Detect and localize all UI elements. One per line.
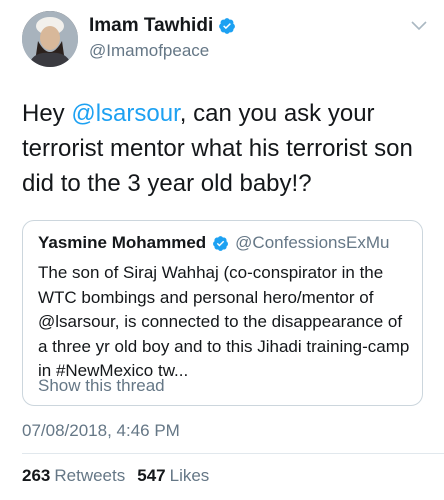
tweet-stats: 263 Retweets 547 Likes xyxy=(22,466,215,486)
quoted-tweet-header: Yasmine Mohammed @ConfessionsExMu xyxy=(38,233,389,253)
author-handle[interactable]: @Imamofpeace xyxy=(89,41,209,61)
likes-count: 547 xyxy=(137,466,166,485)
retweets-stat[interactable]: 263 Retweets xyxy=(22,466,125,486)
verified-badge-icon xyxy=(219,18,236,34)
quoted-author-handle[interactable]: @ConfessionsExMu xyxy=(235,233,389,253)
retweets-label: Retweets xyxy=(54,466,126,485)
quoted-tweet-card[interactable]: Yasmine Mohammed @ConfessionsExMu The so… xyxy=(22,220,423,406)
author-name[interactable]: Imam Tawhidi xyxy=(89,15,236,37)
chevron-down-icon[interactable] xyxy=(410,20,428,32)
mention-link[interactable]: @lsarsour xyxy=(71,100,179,127)
likes-label: Likes xyxy=(169,466,210,485)
quoted-author-name[interactable]: Yasmine Mohammed xyxy=(38,233,206,253)
avatar-image xyxy=(22,11,78,67)
show-thread-link[interactable]: Show this thread xyxy=(38,376,165,396)
divider xyxy=(22,453,444,454)
verified-badge-icon xyxy=(213,235,229,251)
tweet-text-before: Hey xyxy=(22,100,72,127)
tweet-text: Hey @lsarsour, can you ask your terroris… xyxy=(22,96,422,201)
likes-stat[interactable]: 547 Likes xyxy=(137,466,209,486)
author-name-label: Imam Tawhidi xyxy=(89,15,214,36)
quoted-tweet-text: The son of Siraj Wahhaj (co-conspirator … xyxy=(38,263,410,380)
retweets-count: 263 xyxy=(22,466,51,485)
author-avatar[interactable] xyxy=(22,11,78,67)
tweet-timestamp[interactable]: 07/08/2018, 4:46 PM xyxy=(22,421,180,441)
